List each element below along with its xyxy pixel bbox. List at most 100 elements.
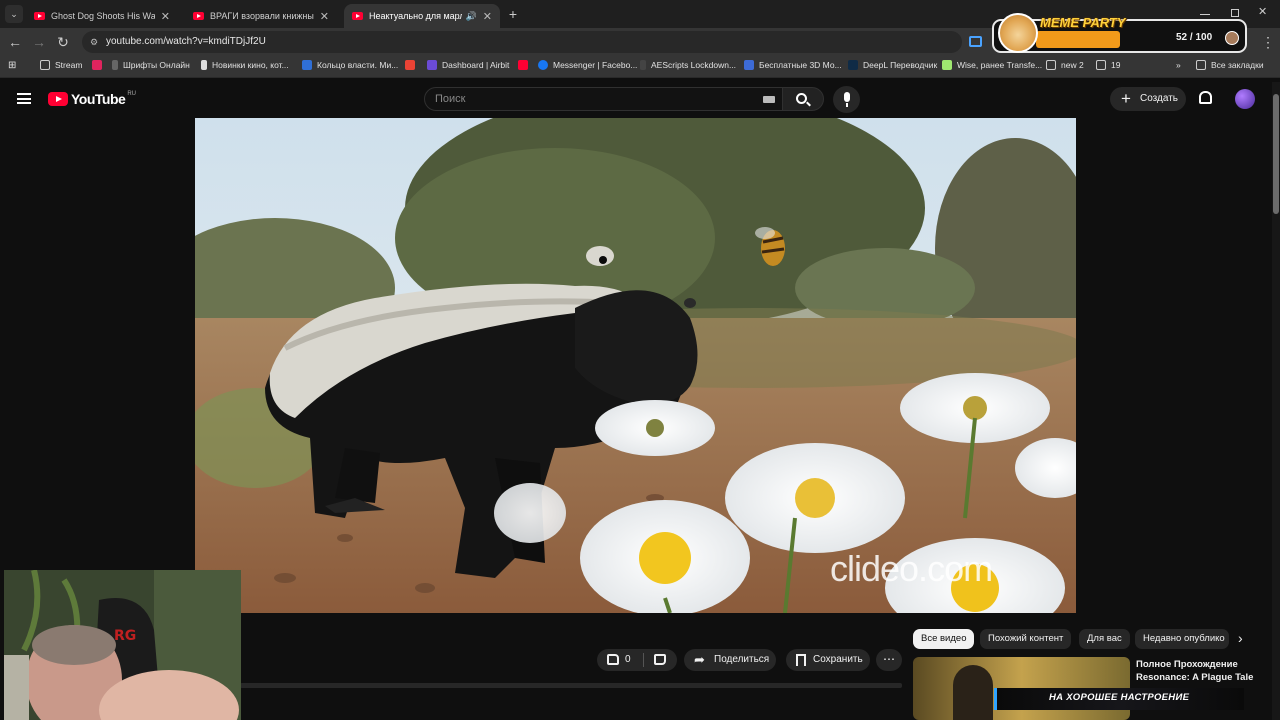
video-player[interactable]: clideo.com xyxy=(195,118,1076,613)
youtube-wordmark: YouTube xyxy=(71,91,126,107)
share-arrow-icon: ➦ xyxy=(694,652,705,667)
folder-icon xyxy=(1096,60,1106,70)
like-count: 0 xyxy=(625,654,631,665)
recommendation-title-line1: Полное Прохождение xyxy=(1136,659,1238,670)
share-button[interactable]: ➦ Поделиться xyxy=(684,649,776,671)
folder-icon xyxy=(1046,60,1056,70)
save-button[interactable]: Сохранить xyxy=(786,649,870,671)
folder-icon xyxy=(40,60,50,70)
like-dislike-group: 0 xyxy=(597,649,677,671)
site-favicon-icon xyxy=(112,60,118,70)
bookmark-all[interactable]: Все закладки xyxy=(1196,60,1264,70)
site-info-icon[interactable]: ⚙ xyxy=(90,31,98,53)
chip-for-you[interactable]: Для вас xyxy=(1079,629,1130,649)
bookmarks-bar: ⊞ Stream Шрифты Онлайн Новинки кино, кот… xyxy=(0,56,1280,78)
chips-next-chevron-icon[interactable]: › xyxy=(1238,630,1243,646)
youtube-favicon-icon xyxy=(352,12,363,20)
deepl-icon xyxy=(848,60,858,70)
video-watermark: clideo.com xyxy=(830,548,993,589)
bookmark-deepl[interactable]: DeepL Переводчик xyxy=(848,60,937,70)
tab-label: Неактуально для марлы - xyxy=(369,11,462,21)
recommendation-title[interactable]: Полное Прохождение Resonance: A Plague T… xyxy=(1136,658,1266,684)
save-label: Сохранить xyxy=(813,654,863,665)
mood-banner-text: НА ХОРОШЕЕ НАСТРОЕНИЕ xyxy=(1049,692,1190,703)
chip-all-videos[interactable]: Все видео xyxy=(913,629,975,649)
cast-icon[interactable] xyxy=(969,36,982,47)
tab-vragi[interactable]: ВРАГИ взорвали книжный Pl ✕ xyxy=(185,4,337,28)
tab-label: Ghost Dog Shoots His Way Thr xyxy=(51,11,155,21)
account-avatar[interactable] xyxy=(1235,89,1255,109)
plus-icon: + xyxy=(1121,89,1131,108)
scrollbar-thumb[interactable] xyxy=(1273,94,1279,214)
reload-button[interactable]: ↻ xyxy=(53,32,73,52)
search-placeholder: Поиск xyxy=(435,93,466,105)
bookmark-new2[interactable]: new 2 xyxy=(1046,60,1084,70)
url-text: youtube.com/watch?v=kmdiTDjJf2U xyxy=(106,36,266,47)
bookmark-stream[interactable]: Stream xyxy=(40,60,82,70)
more-dots-icon: ⋯ xyxy=(883,652,895,666)
browser-menu-icon[interactable]: ⋮ xyxy=(1258,32,1278,52)
bookmark-messenger[interactable]: Messenger | Facebo... xyxy=(538,60,637,70)
voice-search-button[interactable] xyxy=(833,86,860,113)
svg-text:RG: RG xyxy=(114,628,136,644)
keyboard-icon[interactable] xyxy=(763,96,775,103)
bookmark-kino[interactable]: Новинки кино, кот... xyxy=(201,60,289,70)
window-minimize-button[interactable] xyxy=(1200,14,1210,15)
webcam-frame: RG xyxy=(4,570,241,720)
hamburger-menu-icon[interactable] xyxy=(17,93,31,104)
window-restore-button[interactable] xyxy=(1231,9,1239,17)
meme-party-widget: MEME PARTY 52 / 100 xyxy=(992,13,1247,53)
bookmark-koltso[interactable]: Кольцо власти. Ми... xyxy=(302,60,398,70)
close-tab-icon[interactable]: ✕ xyxy=(161,10,170,23)
share-label: Поделиться xyxy=(714,654,770,665)
bookmark-19[interactable]: 19 xyxy=(1096,60,1120,70)
search-input[interactable]: Поиск xyxy=(424,87,784,111)
facebook-icon xyxy=(538,60,548,70)
apps-grid-icon[interactable]: ⊞ xyxy=(8,60,16,71)
audio-playing-icon[interactable]: 🔊 xyxy=(466,11,477,22)
close-tab-icon[interactable]: ✕ xyxy=(320,10,329,23)
create-button[interactable]: + Создать xyxy=(1110,87,1186,111)
doge-icon xyxy=(998,13,1038,53)
chip-related[interactable]: Похожий контент xyxy=(980,629,1072,649)
forward-button[interactable]: → xyxy=(29,32,49,52)
bookmark-aescripts[interactable]: AEScripts Lockdown... xyxy=(640,60,736,70)
close-tab-icon[interactable]: ✕ xyxy=(483,10,492,23)
new-tab-button[interactable]: + xyxy=(505,5,521,23)
video-frame xyxy=(195,118,1076,613)
like-button[interactable]: 0 xyxy=(597,649,643,671)
site-favicon-icon xyxy=(201,60,207,70)
meme-count: 52 / 100 xyxy=(1176,32,1213,43)
youtube-favicon-icon xyxy=(193,12,204,20)
bookmark-youtube[interactable] xyxy=(518,60,533,70)
gmail-icon xyxy=(405,60,415,70)
youtube-favicon-icon xyxy=(34,12,45,20)
bookmark-gmail[interactable] xyxy=(405,60,420,70)
create-label: Создать xyxy=(1140,93,1179,104)
tab-search-button[interactable]: ⌄ xyxy=(5,5,23,23)
youtube-logo[interactable]: YouTube RU xyxy=(48,91,136,107)
back-button[interactable]: ← xyxy=(5,32,25,52)
bookmark-favicon-red[interactable] xyxy=(92,60,107,70)
bookmark-airbit[interactable]: Dashboard | Airbit xyxy=(427,60,509,70)
notifications-bell-icon[interactable] xyxy=(1199,91,1212,104)
region-code: RU xyxy=(127,91,136,97)
bookmark-fonts[interactable]: Шрифты Онлайн xyxy=(112,60,190,70)
tab-label: ВРАГИ взорвали книжный Pl xyxy=(210,11,314,21)
site-favicon-icon xyxy=(302,60,312,70)
window-close-button[interactable]: ✕ xyxy=(1258,5,1267,18)
dislike-button[interactable] xyxy=(644,649,677,671)
mood-banner: НА ХОРОШЕЕ НАСТРОЕНИЕ xyxy=(994,688,1244,710)
tab-active-marla[interactable]: Неактуально для марлы - 🔊 ✕ xyxy=(344,4,500,28)
page-scrollbar[interactable] xyxy=(1272,82,1280,720)
tab-ghost-dog[interactable]: Ghost Dog Shoots His Way Thr ✕ xyxy=(26,4,178,28)
search-button[interactable] xyxy=(782,87,824,111)
bookmarks-overflow-icon[interactable]: » xyxy=(1176,60,1181,70)
bookmark-icon xyxy=(796,654,806,666)
chip-recent[interactable]: Недавно опублико xyxy=(1135,629,1229,649)
url-bar[interactable]: ⚙ youtube.com/watch?v=kmdiTDjJf2U xyxy=(82,31,962,53)
bookmark-3d[interactable]: Бесплатные 3D Мо... xyxy=(744,60,842,70)
bookmark-wise[interactable]: Wise, ранее Transfe... xyxy=(942,60,1042,70)
description-bar xyxy=(240,683,902,688)
more-actions-button[interactable]: ⋯ xyxy=(876,649,902,671)
